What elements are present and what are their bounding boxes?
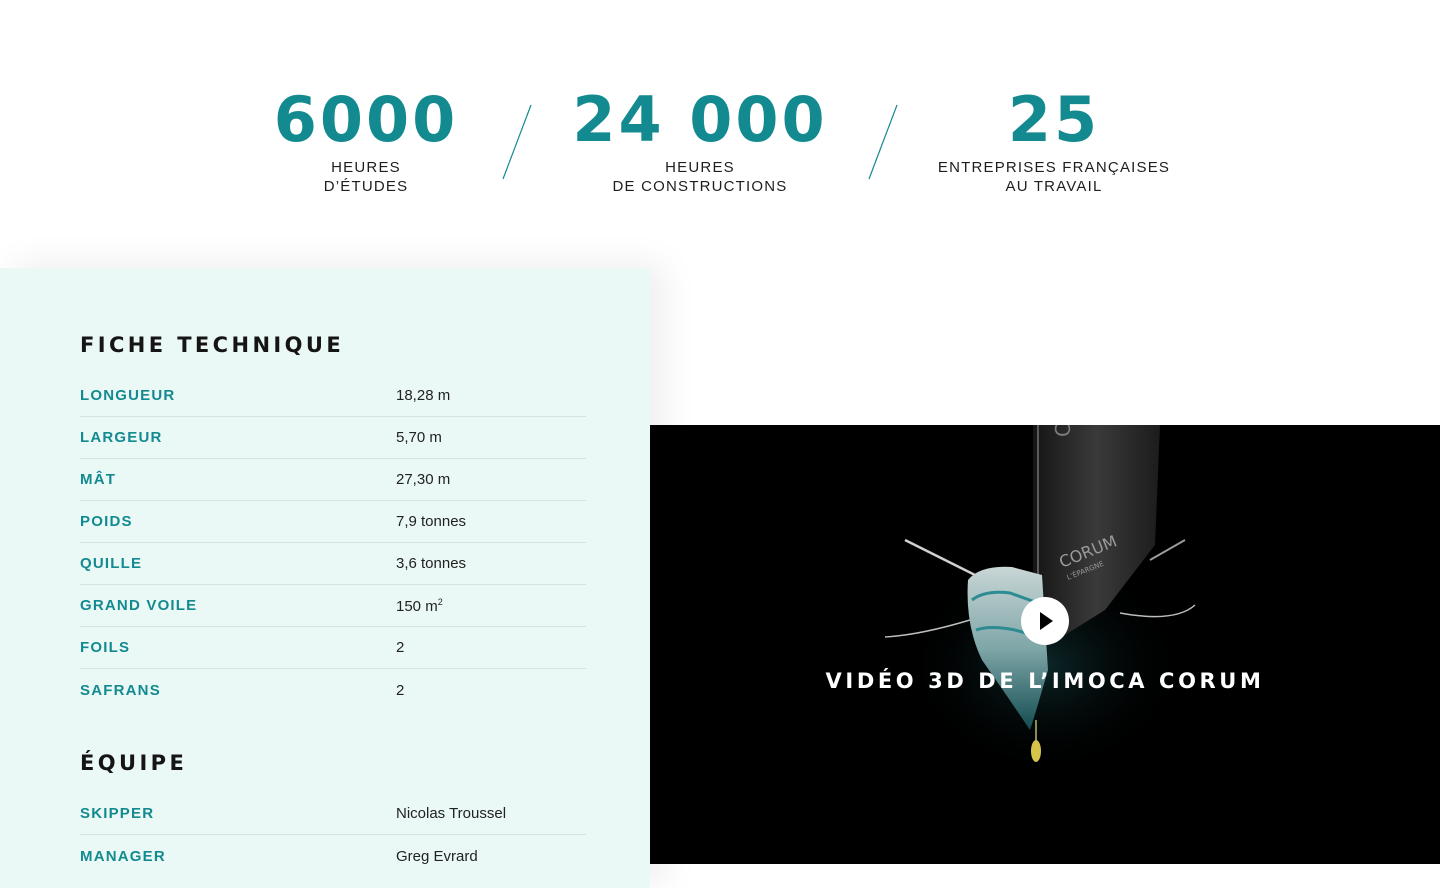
spec-value: 2: [396, 639, 405, 656]
stat-label-line1: HEURES: [665, 159, 735, 176]
stats-section: 6000 HEURES D’ÉTUDES 24 000 HEURES DE CO…: [0, 0, 1440, 240]
spec-row-grand-voile: GRAND VOILE 150 m2: [80, 585, 586, 627]
team-title: ÉQUIPE: [80, 751, 188, 775]
technical-sheet-title: FICHE TECHNIQUE: [80, 333, 345, 357]
spec-value: 5,70 m: [396, 429, 442, 446]
spec-key: POIDS: [80, 513, 133, 530]
slash-divider-icon: [868, 104, 898, 180]
stat-construction: 24 000 HEURES DE CONSTRUCTIONS: [560, 82, 840, 196]
spec-value: 27,30 m: [396, 471, 451, 488]
spec-value-main: 150 m: [396, 597, 438, 615]
spec-row-mat: MÂT 27,30 m: [80, 459, 586, 501]
spec-row-quille: QUILLE 3,6 tonnes: [80, 543, 586, 585]
stat-label-line1: ENTREPRISES FRANÇAISES: [937, 159, 1171, 176]
spec-key: FOILS: [80, 639, 131, 656]
spec-key: SAFRANS: [80, 681, 161, 699]
spec-key: LARGEUR: [80, 429, 163, 446]
spec-row-foils: FOILS 2: [80, 627, 586, 669]
team-row-manager: MANAGER Greg Evrard: [80, 835, 586, 877]
technical-spec-list: LONGUEUR 18,28 m LARGEUR 5,70 m MÂT 27,3…: [80, 375, 586, 711]
technical-sheet-card: FICHE TECHNIQUE LONGUEUR 18,28 m LARGEUR…: [0, 268, 650, 888]
spec-key: QUILLE: [80, 555, 143, 572]
spec-key: LONGUEUR: [80, 387, 176, 404]
svg-text:C: C: [1051, 425, 1075, 437]
spec-value: Nicolas Troussel: [396, 805, 507, 822]
play-icon: [1040, 612, 1053, 630]
video-player[interactable]: C CORUM L’ÉPARGNE VIDÉO 3D DE L’IMOCA CO…: [650, 425, 1440, 864]
stat-etudes: 6000 HEURES D’ÉTUDES: [266, 82, 466, 196]
spec-key: MÂT: [80, 471, 117, 488]
stat-value: 24 000: [572, 83, 828, 156]
spec-row-largeur: LARGEUR 5,70 m: [80, 417, 586, 459]
spec-value: 7,9 tonnes: [396, 513, 467, 530]
spec-row-poids: POIDS 7,9 tonnes: [80, 501, 586, 543]
spec-key: MANAGER: [80, 847, 166, 865]
spec-value: 2: [396, 681, 405, 699]
play-button[interactable]: [1021, 597, 1069, 645]
spec-value: 3,6 tonnes: [396, 555, 467, 572]
stat-value: 25: [1007, 83, 1101, 156]
spec-row-longueur: LONGUEUR 18,28 m: [80, 375, 586, 417]
stat-value: 6000: [273, 83, 459, 156]
spec-value: Greg Evrard: [396, 847, 478, 865]
spec-value-sup: 2: [437, 596, 443, 607]
team-row-skipper: SKIPPER Nicolas Troussel: [80, 793, 586, 835]
spec-value: 150 m2: [396, 597, 443, 615]
stat-label-line2: D’ÉTUDES: [323, 178, 409, 195]
spec-row-safrans: SAFRANS 2: [80, 669, 586, 711]
video-title[interactable]: VIDÉO 3D DE L’IMOCA CORUM: [650, 669, 1440, 693]
spec-key: GRAND VOILE: [80, 597, 198, 614]
team-list: SKIPPER Nicolas Troussel MANAGER Greg Ev…: [80, 793, 586, 877]
stat-label-line2: AU TRAVAIL: [1005, 178, 1103, 195]
stat-label-line1: HEURES: [331, 159, 401, 176]
spec-key: SKIPPER: [80, 805, 155, 822]
slash-divider-icon: [502, 104, 532, 180]
stat-entreprises: 25 ENTREPRISES FRANÇAISES AU TRAVAIL: [924, 82, 1184, 196]
stat-label-line2: DE CONSTRUCTIONS: [612, 178, 788, 195]
spec-value: 18,28 m: [396, 387, 451, 404]
